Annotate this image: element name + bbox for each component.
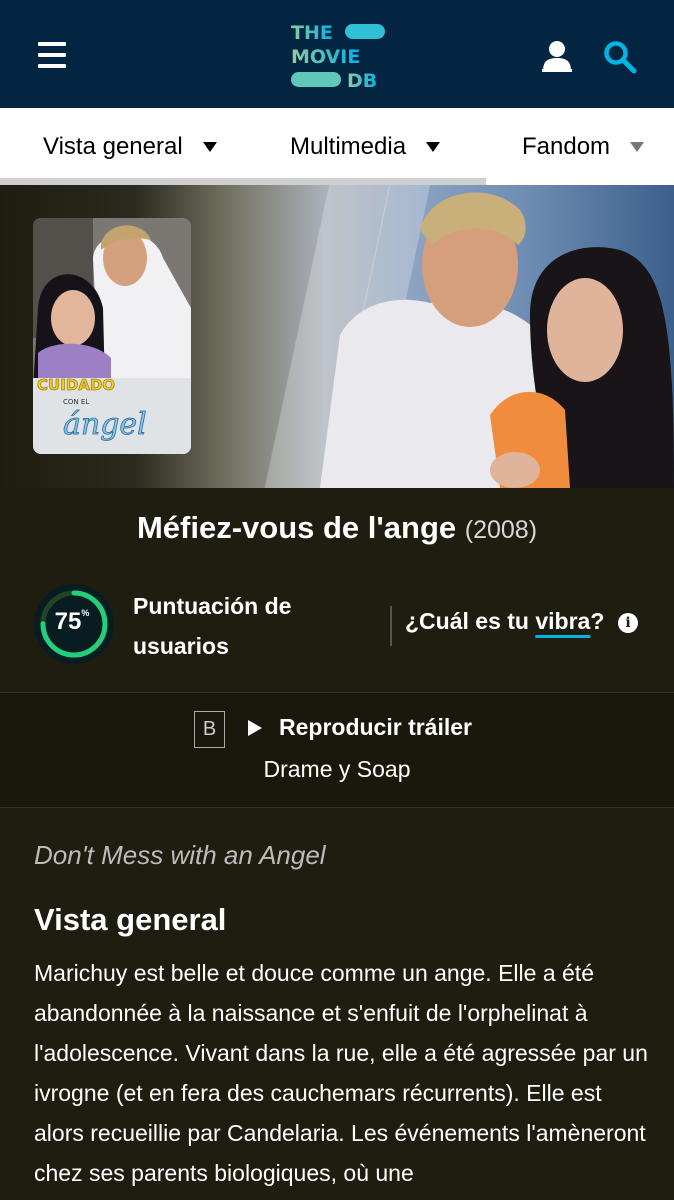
facts-band: [0, 692, 674, 808]
backdrop-woman-figure: [490, 247, 674, 488]
poster-title-word-2: CON EL: [63, 398, 89, 406]
tab-label: Fandom: [522, 132, 611, 160]
release-year: (2008): [464, 516, 538, 544]
vibe-suffix: ?: [590, 608, 605, 634]
poster-title-word-1: CUIDADO: [37, 376, 115, 394]
tab-multimedia[interactable]: Multimedia: [290, 108, 441, 185]
movie-poster[interactable]: CUIDADO CON EL ángel: [33, 218, 191, 454]
overview-heading: Vista general: [34, 902, 227, 937]
info-icon[interactable]: i: [618, 613, 638, 633]
poster-title-word-3: ángel: [63, 407, 147, 442]
vibe-link[interactable]: vibra: [535, 608, 590, 634]
score-number: 75: [54, 608, 82, 635]
tab-scroll-indicator: [0, 178, 486, 185]
search-icon[interactable]: [603, 40, 637, 74]
logo-line-3: DB: [347, 70, 377, 92]
poster-artwork: CUIDADO CON EL ángel: [33, 218, 191, 454]
logo-line-2: MOVIE: [291, 46, 360, 68]
movie-title-row: Méfiez-vous de l'ange (2008): [0, 510, 674, 546]
caret-down-icon: [426, 141, 441, 152]
tab-fandom[interactable]: Fandom: [522, 108, 645, 185]
play-trailer-label: Reproducir tráiler: [279, 714, 472, 740]
user-score-label: Puntuación de usuarios: [133, 593, 292, 659]
play-icon: [248, 719, 262, 736]
caret-down-icon: [202, 141, 217, 152]
play-trailer-button[interactable]: Reproducir tráiler: [248, 714, 472, 741]
top-navigation-bar: THE MOVIE DB: [0, 0, 674, 108]
caret-down-icon: [630, 141, 645, 152]
hamburger-menu-icon[interactable]: [38, 42, 66, 68]
score-percent-sign: %: [81, 608, 90, 618]
certification-badge: B: [194, 711, 225, 748]
movie-title: Méfiez-vous de l'ange: [136, 510, 457, 545]
genre-list[interactable]: Drame y Soap: [263, 756, 410, 782]
score-value: 75%: [34, 608, 110, 636]
tab-vista-general[interactable]: Vista general: [43, 108, 217, 185]
user-score-chart[interactable]: 75%: [34, 584, 114, 664]
tab-label: Multimedia: [290, 132, 407, 160]
vibe-question[interactable]: ¿Cuál es tu vibra?: [405, 608, 604, 635]
tmdb-logo[interactable]: THE MOVIE DB: [290, 20, 390, 92]
genres: Drame y Soap: [0, 756, 674, 783]
tab-label: Vista general: [43, 132, 183, 160]
tagline: Don't Mess with an Angel: [34, 840, 326, 870]
divider: [390, 606, 392, 646]
logo-line-1: THE: [291, 22, 333, 44]
vibe-prefix: ¿Cuál es tu: [405, 608, 536, 634]
section-tabs: Vista general Multimedia Fandom: [0, 108, 674, 185]
overview-text: Marichuy est belle et douce comme un ang…: [34, 960, 648, 1186]
user-icon[interactable]: [542, 40, 572, 72]
